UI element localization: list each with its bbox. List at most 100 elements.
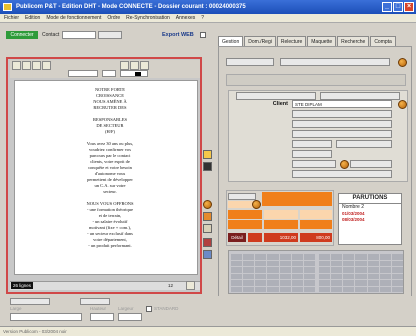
support-select[interactable] [226,58,274,66]
window-title: Publicom P&T - Edition DHT - Mode CONNEC… [16,4,246,10]
parutions-title: PARUTIONS [339,194,401,204]
justify-icon[interactable] [140,61,149,70]
align-center-icon[interactable] [120,61,129,70]
detail-button[interactable]: Détail [228,233,246,242]
format-lookup-icon[interactable] [252,200,261,209]
price-cell-1 [264,210,298,219]
arrow-icon[interactable] [203,162,212,171]
price-flag [248,233,262,242]
tarif-field[interactable] [228,193,256,200]
ad-text-lines: NOTRE FORTE CROISSANCE NOUS AMÈNE À RECR… [65,87,155,249]
calendar[interactable] [228,250,404,294]
align-left-icon[interactable] [42,61,51,70]
price-cell-3 [264,220,298,229]
total-ht: 1032,00 [264,233,298,242]
order-type-field[interactable] [320,92,400,100]
largeur-label: Largeur [118,306,134,311]
menu-mode[interactable]: Mode de fonctionnement [46,15,101,21]
large-field[interactable] [10,313,82,321]
menu-edition[interactable]: Edition [25,15,40,21]
calendar-month-1[interactable] [231,254,315,292]
tab-bar: Gestion Dom./Regi Relecture Maquette Rec… [218,36,397,46]
rubrique-select[interactable] [280,58,390,66]
size-select[interactable] [102,70,116,77]
contact-select[interactable] [62,31,96,39]
tab-dom-regi[interactable]: Dom./Regi [244,36,276,46]
hauteur-label: Hauteur [90,306,107,311]
menu-annexes[interactable]: Annexes [176,15,195,21]
parutions-count: Nombre 2 [339,204,401,211]
options-bar [226,74,406,86]
address-field-2[interactable] [292,120,392,128]
menu-bar: Fichier Edition Mode de fonctionnement O… [0,14,416,23]
export-web-label: Export WEB [162,32,194,38]
standard-label: STANDARD [154,306,179,311]
delete-icon[interactable] [203,238,212,247]
tab-gestion[interactable]: Gestion [218,36,244,46]
email-field[interactable] [292,170,392,178]
tab-relecture[interactable]: Relecture [276,36,307,46]
menu-resync[interactable]: Re-Synchronisation [126,15,170,21]
window-titlebar: Publicom P&T - Edition DHT - Mode CONNEC… [0,0,416,14]
tab-maquette[interactable]: Maquette [307,36,337,46]
parutions-box: PARUTIONS Nombre 2 01/03/2004 08/03/2004 [338,193,402,245]
client-name-field[interactable]: STE DIPLAM [292,100,392,108]
folder-icon[interactable] [203,212,212,221]
fax-field[interactable] [350,160,392,168]
font-select[interactable] [68,70,98,77]
color-select[interactable] [80,298,110,305]
city-field[interactable] [336,140,392,148]
phone-lookup-icon[interactable] [340,160,349,169]
client-label: Client [272,101,288,107]
connect-button[interactable]: Connecter [6,31,38,39]
address-field-3[interactable] [292,130,392,138]
app-icon [3,3,12,11]
menu-ordre[interactable]: Ordre [107,15,120,21]
format-underline-icon[interactable] [32,61,41,70]
contact-select-2[interactable] [98,31,122,39]
orange-action-icon[interactable] [203,200,212,209]
order-number-field[interactable] [236,92,316,100]
minimize-button[interactable]: _ [382,2,392,12]
maximize-button[interactable]: □ [393,2,403,12]
address-field-1[interactable] [292,110,392,118]
notes-icon[interactable] [203,150,212,159]
parution-date[interactable]: 08/03/2004 [339,217,401,223]
page-number: 12 [168,283,174,288]
tab-compta[interactable]: Compta [370,36,396,46]
total-net: 800,00 [300,233,332,242]
tab-recherche[interactable]: Recherche [337,36,370,46]
largeur-field[interactable] [118,313,142,321]
country-field[interactable] [292,150,332,158]
format-italic-icon[interactable] [22,61,31,70]
parutions-count-value: 2 [361,204,364,210]
color-picker[interactable] [120,70,148,77]
export-web-checkbox[interactable] [200,32,206,38]
page-next-icon[interactable] [186,281,195,290]
document-icon[interactable] [203,224,212,233]
format-select[interactable] [10,298,50,305]
standard-checkbox[interactable] [146,306,152,312]
close-button[interactable]: × [404,2,414,12]
format-bold-icon[interactable] [12,61,21,70]
postcode-field[interactable] [292,140,332,148]
ad-text-preview[interactable]: NOTRE FORTE CROISSANCE NOUS AMÈNE À RECR… [14,80,198,275]
phone-field[interactable] [292,160,336,168]
calendar-month-2[interactable] [319,254,403,292]
support-lookup-icon[interactable] [398,58,407,67]
align-right-icon[interactable] [130,61,139,70]
large-label: Large [10,306,22,311]
contact-label: Contact [42,32,60,38]
menu-help[interactable]: ? [201,15,204,21]
price-row-label [228,210,262,219]
price-cell-2 [300,210,332,219]
client-lookup-icon[interactable] [398,100,407,109]
doc-line: - un produit performant. [88,243,132,248]
line-count-badge: 26 lignes [11,282,33,289]
hauteur-field[interactable] [90,313,114,321]
print-icon[interactable] [203,250,212,259]
editor-toolbar [10,60,200,78]
menu-fichier[interactable]: Fichier [4,15,19,21]
price-header [262,192,332,206]
price-cell-4 [300,220,332,229]
